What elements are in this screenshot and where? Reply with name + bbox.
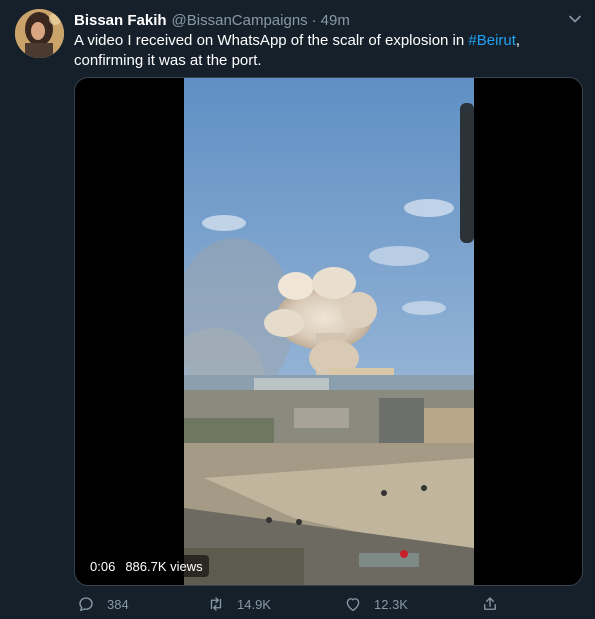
display-name[interactable]: Bissan Fakih — [74, 12, 167, 29]
user-handle[interactable]: @BissanCampaigns — [172, 12, 308, 29]
video-player[interactable]: 0:06 886.7K views — [74, 77, 583, 586]
like-count: 12.3K — [374, 596, 408, 612]
tweet-header: Bissan Fakih @BissanCampaigns · 49m — [74, 10, 350, 30]
phone-edge — [460, 103, 474, 243]
video-view-count: 886.7K views — [125, 558, 203, 574]
video-frame[interactable] — [184, 78, 474, 585]
heart-icon — [346, 598, 360, 612]
video-badge: 0:06 886.7K views — [84, 555, 209, 577]
tweet-text: A video I received on WhatsApp of the sc… — [74, 31, 574, 71]
like-button[interactable]: 12.3K — [344, 592, 408, 616]
reply-icon — [79, 597, 93, 612]
avatar[interactable] — [15, 9, 64, 58]
video-elapsed-time: 0:06 — [90, 558, 116, 574]
share-button[interactable] — [481, 595, 499, 618]
chevron-down-icon[interactable] — [566, 10, 584, 28]
hashtag-link[interactable]: #Beirut — [468, 32, 516, 49]
retweet-button[interactable]: 14.9K — [207, 592, 271, 616]
timestamp[interactable]: 49m — [321, 12, 350, 29]
share-icon — [484, 597, 496, 610]
tweet[interactable]: Bissan Fakih @BissanCampaigns · 49m A vi… — [0, 0, 595, 619]
separator-dot: · — [311, 11, 317, 29]
retweet-count: 14.9K — [237, 596, 271, 612]
tweet-text-before: A video I received on WhatsApp of the sc… — [74, 32, 469, 49]
tweet-actions: 384 14.9K 12.3K — [74, 592, 514, 616]
video-still — [184, 78, 474, 585]
reply-button[interactable]: 384 — [77, 592, 129, 616]
reply-count: 384 — [107, 596, 129, 612]
retweet-icon — [210, 597, 222, 611]
